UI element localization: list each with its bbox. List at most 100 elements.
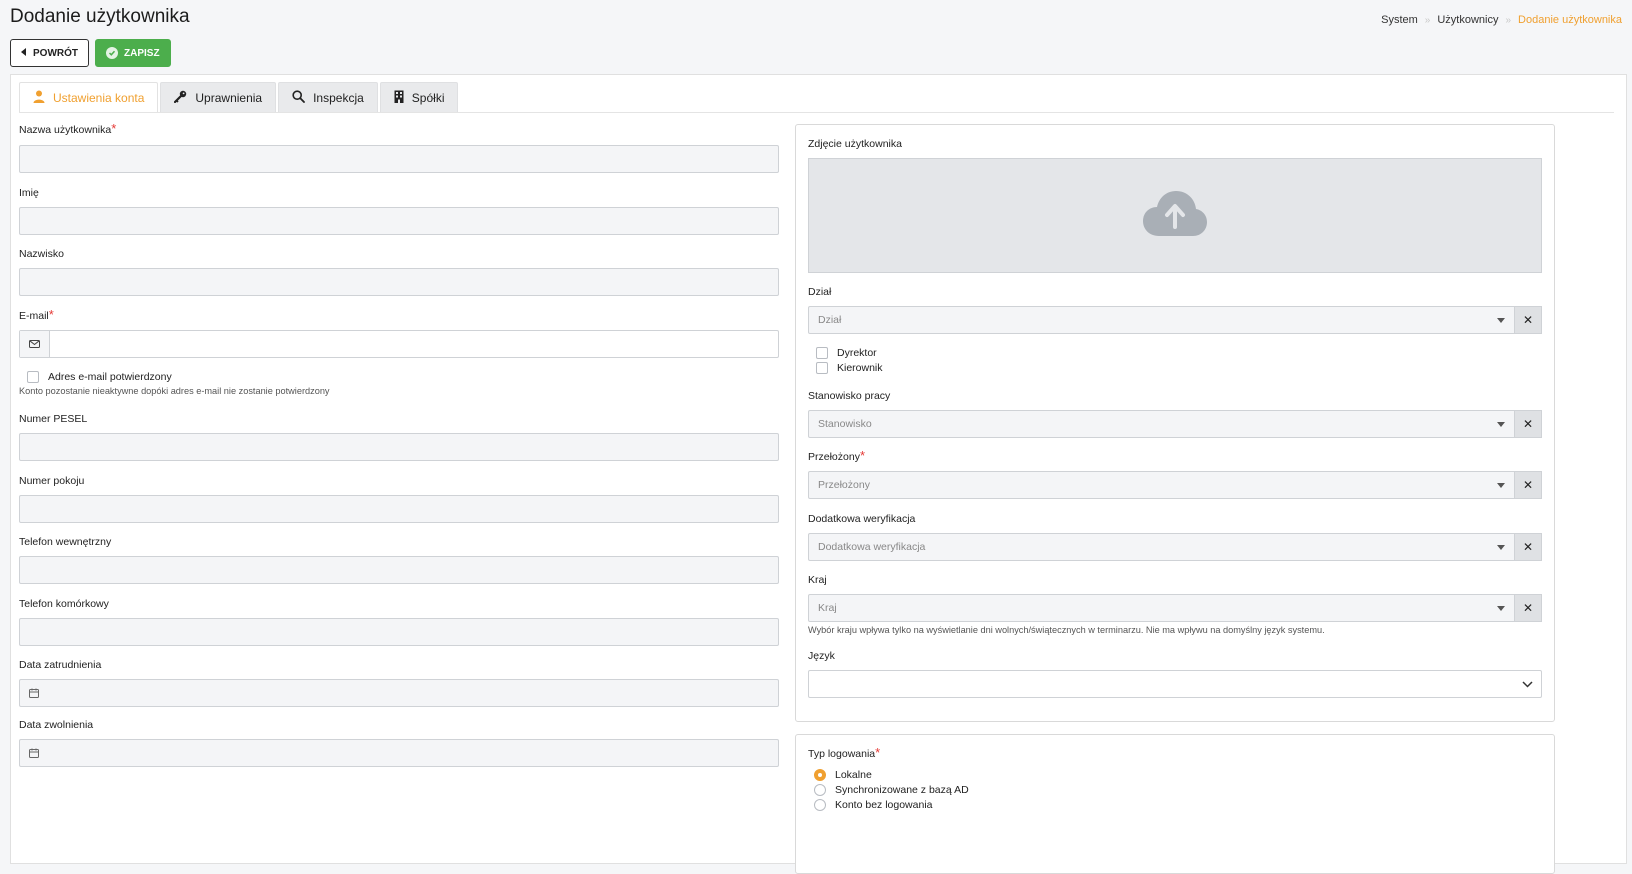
country-clear-button[interactable]: ✕ (1515, 594, 1542, 622)
hire-date-field-wrapper (19, 679, 779, 707)
key-icon (174, 90, 187, 106)
lastname-input[interactable] (20, 269, 778, 295)
tab-label: Ustawienia konta (53, 90, 145, 105)
check-circle-icon (106, 47, 118, 59)
firstname-label: Imię (19, 187, 39, 199)
country-select-box[interactable]: Kraj (808, 594, 1515, 622)
photo-upload-area[interactable] (808, 158, 1542, 273)
radio-button[interactable] (814, 784, 826, 796)
position-placeholder: Stanowisko (818, 418, 872, 430)
supervisor-label: Przełożony* (808, 448, 866, 463)
required-marker-icon: * (111, 121, 117, 136)
manager-row: Kierownik (816, 362, 883, 374)
radio-button[interactable] (814, 799, 826, 811)
main-card: Ustawienia konta Uprawnienia Inspekcja S… (10, 74, 1627, 874)
tab-label: Spółki (411, 90, 445, 105)
email-hint: Konto pozostanie nieaktywne dopóki adres… (19, 386, 330, 396)
save-button[interactable]: ZAPISZ (95, 39, 171, 67)
supervisor-select-box[interactable]: Przełożony (808, 471, 1515, 499)
hire-date-label: Data zatrudnienia (19, 659, 102, 671)
room-number-field-wrapper (19, 495, 779, 523)
login-option-label: Lokalne (835, 769, 872, 781)
tab-divider (19, 112, 1614, 113)
tab-companies[interactable]: Spółki (379, 82, 459, 112)
country-placeholder: Kraj (818, 602, 837, 614)
tab-label: Uprawnienia (195, 90, 263, 105)
profile-panel: Zdjęcie użytkownika Dział Dział ✕ Dyrekt… (795, 124, 1555, 722)
tab-inspection[interactable]: Inspekcja (278, 82, 378, 112)
verification-clear-button[interactable]: ✕ (1515, 533, 1542, 561)
supervisor-select: Przełożony ✕ (808, 471, 1542, 499)
position-select-box[interactable]: Stanowisko (808, 410, 1515, 438)
lastname-label: Nazwisko (19, 248, 64, 260)
breadcrumb-item-system[interactable]: System (1381, 14, 1418, 26)
firstname-input[interactable] (20, 208, 778, 234)
verification-select: Dodatkowa weryfikacja ✕ (808, 533, 1542, 561)
calendar-icon (29, 688, 39, 701)
director-checkbox[interactable] (816, 347, 828, 359)
radio-button-selected[interactable] (814, 769, 826, 781)
position-clear-button[interactable]: ✕ (1515, 410, 1542, 438)
phone-mobile-field-wrapper (19, 618, 779, 646)
login-option-local[interactable]: Lokalne (814, 769, 872, 781)
pesel-input[interactable] (20, 434, 778, 460)
login-option-ad-sync[interactable]: Synchronizowane z bazą AD (814, 784, 969, 796)
caret-down-icon (1497, 606, 1505, 611)
calendar-icon (29, 748, 39, 761)
username-input[interactable] (20, 146, 778, 172)
caret-down-icon (1497, 318, 1505, 323)
phone-internal-field-wrapper (19, 556, 779, 584)
firstname-field-wrapper (19, 207, 779, 235)
user-icon (33, 90, 45, 106)
department-clear-button[interactable]: ✕ (1515, 306, 1542, 334)
back-button[interactable]: POWRÓT (10, 39, 89, 67)
required-marker-icon: * (48, 307, 54, 322)
login-type-label: Typ logowania* (808, 745, 881, 760)
release-date-input[interactable] (20, 740, 778, 766)
breadcrumb: System » Użytkownicy » Dodanie użytkowni… (1381, 14, 1622, 26)
room-number-input[interactable] (20, 496, 778, 522)
username-label: Nazwa użytkownika* (19, 121, 117, 136)
release-date-label: Data zwolnienia (19, 719, 94, 731)
close-icon: ✕ (1522, 417, 1534, 431)
phone-mobile-input[interactable] (20, 619, 778, 645)
tab-account-settings[interactable]: Ustawienia konta (19, 82, 159, 112)
page-title: Dodanie użytkownika (10, 6, 190, 27)
room-number-label: Numer pokoju (19, 475, 85, 487)
breadcrumb-item-users[interactable]: Użytkownicy (1437, 14, 1498, 26)
verification-select-box[interactable]: Dodatkowa weryfikacja (808, 533, 1515, 561)
close-icon: ✕ (1522, 313, 1534, 327)
email-input[interactable] (20, 331, 778, 357)
tab-bar: Ustawienia konta Uprawnienia Inspekcja S… (19, 82, 459, 112)
email-confirmed-label: Adres e-mail potwierdzony (48, 371, 172, 383)
department-select: Dział ✕ (808, 306, 1542, 334)
email-confirmed-row: Adres e-mail potwierdzony (27, 371, 172, 383)
phone-mobile-label: Telefon komórkowy (19, 598, 109, 610)
photo-label: Zdjęcie użytkownika (808, 138, 902, 150)
language-select[interactable] (808, 670, 1542, 698)
save-button-label: ZAPISZ (124, 47, 160, 59)
country-hint: Wybór kraju wpływa tylko na wyświetlanie… (808, 625, 1325, 635)
building-icon (394, 90, 404, 106)
phone-internal-input[interactable] (20, 557, 778, 583)
login-option-no-login[interactable]: Konto bez logowania (814, 799, 933, 811)
search-icon (292, 89, 305, 106)
username-field-wrapper (19, 145, 779, 173)
caret-down-icon (1497, 483, 1505, 488)
breadcrumb-separator-icon: » (1424, 14, 1431, 26)
department-select-box[interactable]: Dział (808, 306, 1515, 334)
breadcrumb-item-current: Dodanie użytkownika (1518, 14, 1622, 26)
breadcrumb-separator-icon: » (1505, 14, 1512, 26)
manager-label: Kierownik (837, 362, 883, 374)
hire-date-input[interactable] (20, 680, 778, 706)
close-icon: ✕ (1522, 601, 1534, 615)
email-field-wrapper (19, 330, 779, 358)
caret-left-icon (21, 47, 27, 59)
supervisor-clear-button[interactable]: ✕ (1515, 471, 1542, 499)
login-option-label: Konto bez logowania (835, 799, 933, 811)
manager-checkbox[interactable] (816, 362, 828, 374)
login-type-panel: Typ logowania* Lokalne Synchronizowane z… (795, 734, 1555, 874)
email-confirmed-checkbox[interactable] (27, 371, 39, 383)
caret-down-icon (1497, 422, 1505, 427)
tab-permissions[interactable]: Uprawnienia (160, 82, 277, 112)
